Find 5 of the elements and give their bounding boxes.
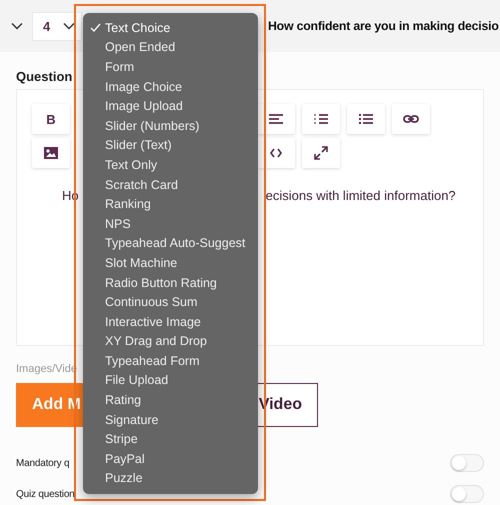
setting-label: Mandatory q xyxy=(16,458,70,468)
question-label: Question xyxy=(16,69,74,85)
question-title: How confident are you in making decisio xyxy=(268,19,499,33)
question-text: ecisions with limited information? xyxy=(266,188,456,203)
setting-label: Quiz question xyxy=(16,488,75,500)
